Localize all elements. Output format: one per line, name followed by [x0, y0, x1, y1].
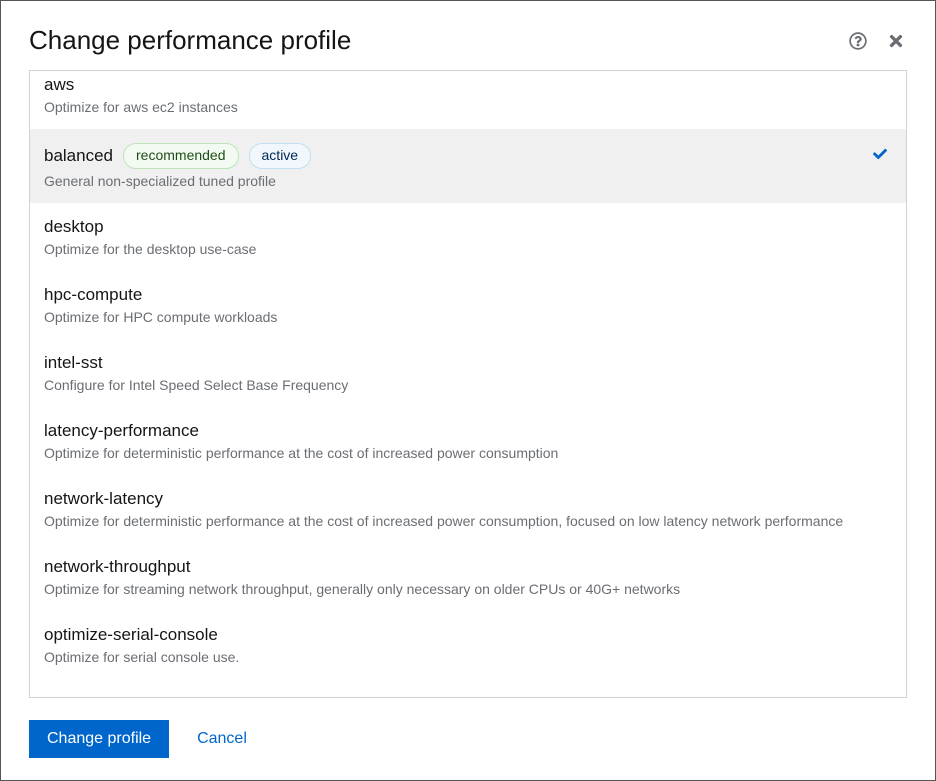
- profile-item-latency-performance[interactable]: latency-performance Optimize for determi…: [30, 407, 906, 475]
- dialog-footer: Change profile Cancel: [1, 698, 935, 780]
- recommended-badge: recommended: [123, 143, 239, 169]
- cancel-button[interactable]: Cancel: [197, 730, 247, 748]
- profile-name: latency-performance: [44, 421, 199, 441]
- profile-desc: Optimize for the desktop use-case: [44, 241, 866, 257]
- dialog-title: Change performance profile: [29, 25, 831, 56]
- profile-item-hpc-compute[interactable]: hpc-compute Optimize for HPC compute wor…: [30, 271, 906, 339]
- profile-name: network-throughput: [44, 557, 190, 577]
- profile-item-balanced[interactable]: balanced recommended active General non-…: [30, 129, 906, 203]
- profile-item-network-latency[interactable]: network-latency Optimize for determinist…: [30, 475, 906, 543]
- profile-desc: Optimize for serial console use.: [44, 649, 866, 665]
- active-badge: active: [249, 143, 312, 169]
- close-icon[interactable]: [885, 30, 907, 52]
- profile-desc: Optimize for deterministic performance a…: [44, 513, 866, 529]
- profile-name: optimize-serial-console: [44, 625, 218, 645]
- profile-name: balanced: [44, 146, 113, 166]
- profile-item-optimize-serial-console[interactable]: optimize-serial-console Optimize for ser…: [30, 611, 906, 679]
- profile-name: network-latency: [44, 489, 163, 509]
- dialog-header: Change performance profile: [1, 1, 935, 70]
- profile-item-intel-sst[interactable]: intel-sst Configure for Intel Speed Sele…: [30, 339, 906, 407]
- profile-name: intel-sst: [44, 353, 103, 373]
- check-icon: [872, 147, 888, 166]
- profile-item-network-throughput[interactable]: network-throughput Optimize for streamin…: [30, 543, 906, 611]
- profile-item-desktop[interactable]: desktop Optimize for the desktop use-cas…: [30, 203, 906, 271]
- profile-name: desktop: [44, 217, 104, 237]
- profile-desc: Configure for Intel Speed Select Base Fr…: [44, 377, 866, 393]
- profile-item-aws[interactable]: aws Optimize for aws ec2 instances: [30, 71, 906, 129]
- profile-item-powersave[interactable]: powersave: [30, 679, 906, 698]
- profile-desc: Optimize for deterministic performance a…: [44, 445, 866, 461]
- profile-name: aws: [44, 75, 74, 95]
- change-profile-button[interactable]: Change profile: [29, 720, 169, 758]
- profile-desc: Optimize for HPC compute workloads: [44, 309, 866, 325]
- profile-desc: Optimize for streaming network throughpu…: [44, 581, 866, 597]
- profile-desc: General non-specialized tuned profile: [44, 173, 866, 189]
- help-icon[interactable]: [847, 30, 869, 52]
- profile-list[interactable]: aws Optimize for aws ec2 instances balan…: [29, 70, 907, 698]
- profile-desc: Optimize for aws ec2 instances: [44, 99, 866, 115]
- profile-name: hpc-compute: [44, 285, 142, 305]
